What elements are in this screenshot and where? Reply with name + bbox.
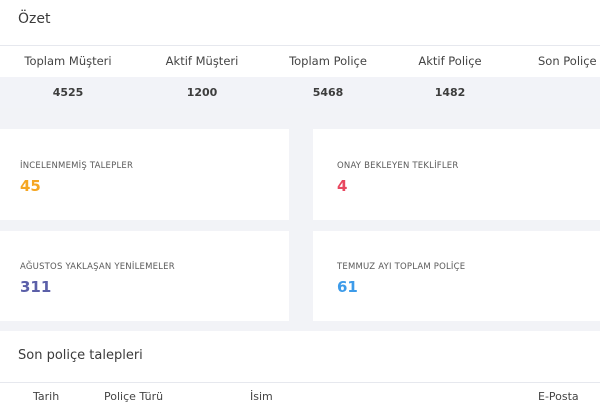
stat-label: AĞUSTOS YAKLAŞAN YENİLEMELER [20,262,175,272]
summary-card: Özet Toplam Müşteri Aktif Müşteri Toplam… [0,0,600,108]
dashboard-page: Özet Toplam Müşteri Aktif Müşteri Toplam… [0,0,600,410]
column-header-policy-type[interactable]: Poliçe Türü [104,390,163,403]
stat-value: 4 [337,177,348,195]
recent-requests-divider [0,382,600,383]
summary-title: Özet [18,11,51,27]
stat-label: ONAY BEKLEYEN TEKLİFLER [337,161,459,171]
column-header-name[interactable]: İsim [250,390,273,403]
stat-card-monthly-policies[interactable]: TEMMUZ AYI TOPLAM POLİÇE 61 [313,231,600,321]
stat-card-pending-offers[interactable]: ONAY BEKLEYEN TEKLİFLER 4 [313,129,600,220]
value-total-policies: 5468 [312,86,344,99]
value-total-customers: 4525 [52,86,84,99]
value-last-policy [538,77,600,108]
stat-label: TEMMUZ AYI TOPLAM POLİÇE [337,262,466,272]
recent-requests-title: Son poliçe talepleri [18,348,143,363]
header-active-policies: Aktif Poliçe [418,54,482,68]
header-total-customers: Toplam Müşteri [24,54,112,68]
header-total-policies: Toplam Poliçe [289,54,367,68]
stat-label: İNCELENMEMİŞ TALEPLER [20,161,134,171]
stat-card-upcoming-renewals[interactable]: AĞUSTOS YAKLAŞAN YENİLEMELER 311 [0,231,289,321]
column-header-date[interactable]: Tarih [33,390,59,403]
value-active-policies: 1482 [434,86,466,99]
value-active-customers: 1200 [186,86,218,99]
stat-value: 45 [20,177,41,195]
summary-value-row: 4525 1200 5468 1482 [0,77,600,108]
header-last-policy: Son Poliçe T [538,54,600,68]
header-active-customers: Aktif Müşteri [165,54,239,68]
summary-header-row: Toplam Müşteri Aktif Müşteri Toplam Poli… [0,46,600,77]
stat-value: 311 [20,278,52,296]
recent-requests-card: Son poliçe talepleri Tarih Poliçe Türü İ… [0,331,600,410]
stat-card-unreviewed-requests[interactable]: İNCELENMEMİŞ TALEPLER 45 [0,129,289,220]
stat-value: 61 [337,278,358,296]
column-header-email[interactable]: E-Posta [538,390,579,403]
